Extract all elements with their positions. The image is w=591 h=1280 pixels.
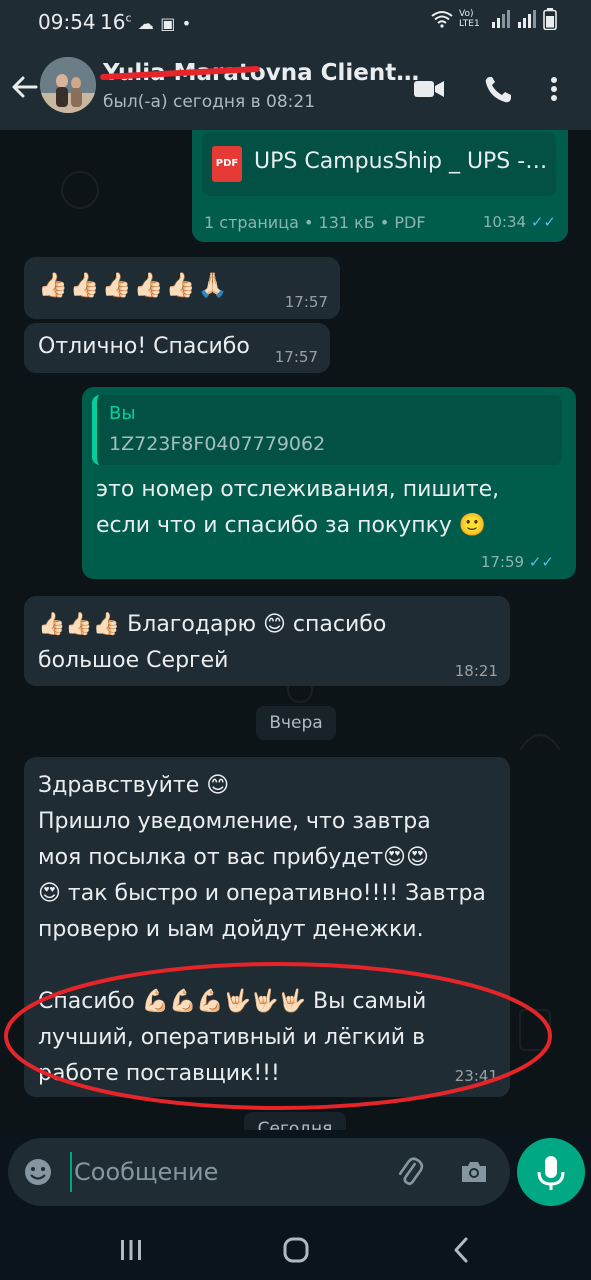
document-name: UPS CampusShip _ UPS -… — [254, 149, 548, 174]
message-line-1: Здравствуйте 😊 — [38, 773, 230, 798]
message-line-4: 😍 так быстро и оперативно!!!! Завтра — [38, 881, 486, 906]
recent-apps-icon[interactable] — [113, 1232, 149, 1268]
emoji-5: 🙏🏻 — [197, 271, 228, 299]
status-extra: 16c ☁ ▣ • — [100, 10, 192, 34]
document-meta: 1 страница • 131 кБ • PDF — [204, 213, 426, 232]
emoji-4: 👍🏻 — [165, 271, 196, 299]
image-icon: ▣ — [160, 14, 176, 33]
message-text: Отлично! Спасибо — [38, 334, 250, 359]
emoji-icon[interactable] — [22, 1156, 54, 1188]
status-bar: 09:54 16c ☁ ▣ • Vo) LTE1 — [0, 0, 591, 48]
read-receipt-icon: ✓✓ — [530, 213, 556, 231]
avatar[interactable] — [40, 57, 96, 113]
quote-author: Вы — [109, 403, 136, 424]
system-nav-bar — [0, 1220, 591, 1280]
network-label: Vo) LTE1 — [459, 9, 480, 29]
cloud-icon: ☁ — [137, 14, 154, 33]
read-receipt-icon: ✓✓ — [528, 553, 554, 571]
message-text: Здравствуйте 😊 Пришло уведомление, что за… — [38, 767, 486, 1091]
message-line-6 — [38, 947, 486, 983]
document-message[interactable]: PDF UPS CampusShip _ UPS -… 1 страница •… — [192, 130, 568, 242]
chat-area[interactable]: PDF UPS CampusShip _ UPS -… 1 страница •… — [0, 130, 591, 1130]
voice-call-icon[interactable] — [482, 74, 514, 104]
back-nav-icon[interactable] — [444, 1232, 480, 1268]
message-time: 17:57 — [274, 348, 318, 366]
message-line-2: Пришло уведомление, что завтра — [38, 809, 431, 834]
mic-button[interactable] — [517, 1138, 585, 1206]
dot-icon: • — [181, 14, 192, 33]
incoming-message[interactable]: Здравствуйте 😊 Пришло уведомление, что за… — [24, 757, 510, 1097]
video-call-icon[interactable] — [413, 74, 445, 104]
message-time: 17:57 — [284, 293, 328, 311]
status-icons: Vo) LTE1 — [431, 8, 557, 30]
emoji-1: 👍🏻 — [69, 271, 100, 299]
emoji-3: 👍🏻 — [133, 271, 164, 299]
time-text: 17:59 — [480, 553, 525, 571]
attach-icon[interactable] — [394, 1156, 426, 1188]
input-pill — [8, 1138, 510, 1206]
status-temperature: 16 — [100, 10, 126, 34]
battery-icon — [543, 8, 557, 30]
message-line-1: 👍🏻👍🏻👍🏻 Благодарю 😊 спасибо — [38, 612, 387, 637]
message-input[interactable] — [70, 1152, 370, 1192]
back-arrow-icon[interactable] — [10, 72, 40, 102]
message-line-5: проверю и ыам дойдут денежки. — [38, 917, 424, 942]
message-line-3: моя посылка от вас прибудет😍😍 — [38, 845, 429, 870]
camera-icon[interactable] — [458, 1156, 490, 1188]
emoji-2: 👍🏻 — [101, 271, 132, 299]
more-options-icon[interactable] — [545, 74, 563, 104]
date-chip-yesterday: Вчера — [256, 706, 336, 740]
message-line-9: работе поставщик!!! — [38, 1061, 280, 1086]
status-time: 09:54 — [38, 10, 96, 34]
message-time: 17:59 ✓✓ — [481, 553, 554, 571]
date-chip-today: Сегодня — [244, 1112, 346, 1130]
last-seen: был(-а) сегодня в 08:21 — [103, 92, 316, 112]
message-time: 10:34 ✓✓ — [483, 213, 556, 231]
quote-text: 1Z723F8F0407779062 — [109, 433, 326, 455]
avatar-photo — [40, 57, 96, 113]
signal-icon — [492, 10, 510, 28]
outgoing-message[interactable]: Вы 1Z723F8F0407779062 это номер отслежив… — [82, 387, 576, 579]
incoming-message[interactable]: 👍🏻👍🏻👍🏻 Благодарю 😊 спасибо большое Серге… — [24, 596, 510, 686]
incoming-message[interactable]: 👍🏻👍🏻👍🏻👍🏻👍🏻🙏🏻 17:57 — [24, 257, 340, 319]
home-icon[interactable] — [278, 1232, 314, 1268]
message-line-2: если что и спасибо за покупку 🙂 — [96, 513, 487, 538]
message-line-7: Спасибо 💪🏻💪🏻💪🏻🤟🏻🤟🏻🤟🏻 Вы самый — [38, 989, 427, 1014]
message-input-bar — [0, 1130, 591, 1220]
wifi-icon — [431, 11, 453, 28]
document-card[interactable]: PDF UPS CampusShip _ UPS -… — [202, 132, 556, 196]
message-line-8: лучший, оперативный и лёгкий в — [38, 1025, 426, 1050]
chat-header: Yulia Maratovna Client… был(-а) сегодня … — [0, 48, 591, 130]
message-time: 18:21 — [454, 662, 498, 680]
message-line-1: это номер отслеживания, пишите, — [96, 477, 500, 502]
signal-icon-2 — [518, 10, 536, 28]
message-time: 23:41 — [454, 1067, 498, 1085]
message-line-2: большое Сергей — [38, 648, 229, 673]
quoted-message[interactable]: Вы 1Z723F8F0407779062 — [92, 395, 562, 465]
incoming-message[interactable]: Отлично! Спасибо 17:57 — [24, 323, 330, 373]
emoji-row: 👍🏻👍🏻👍🏻👍🏻👍🏻🙏🏻 — [38, 271, 229, 299]
emoji-0: 👍🏻 — [38, 271, 68, 299]
pdf-icon: PDF — [212, 146, 242, 182]
time-text: 10:34 — [482, 213, 527, 231]
mic-icon — [537, 1156, 565, 1190]
